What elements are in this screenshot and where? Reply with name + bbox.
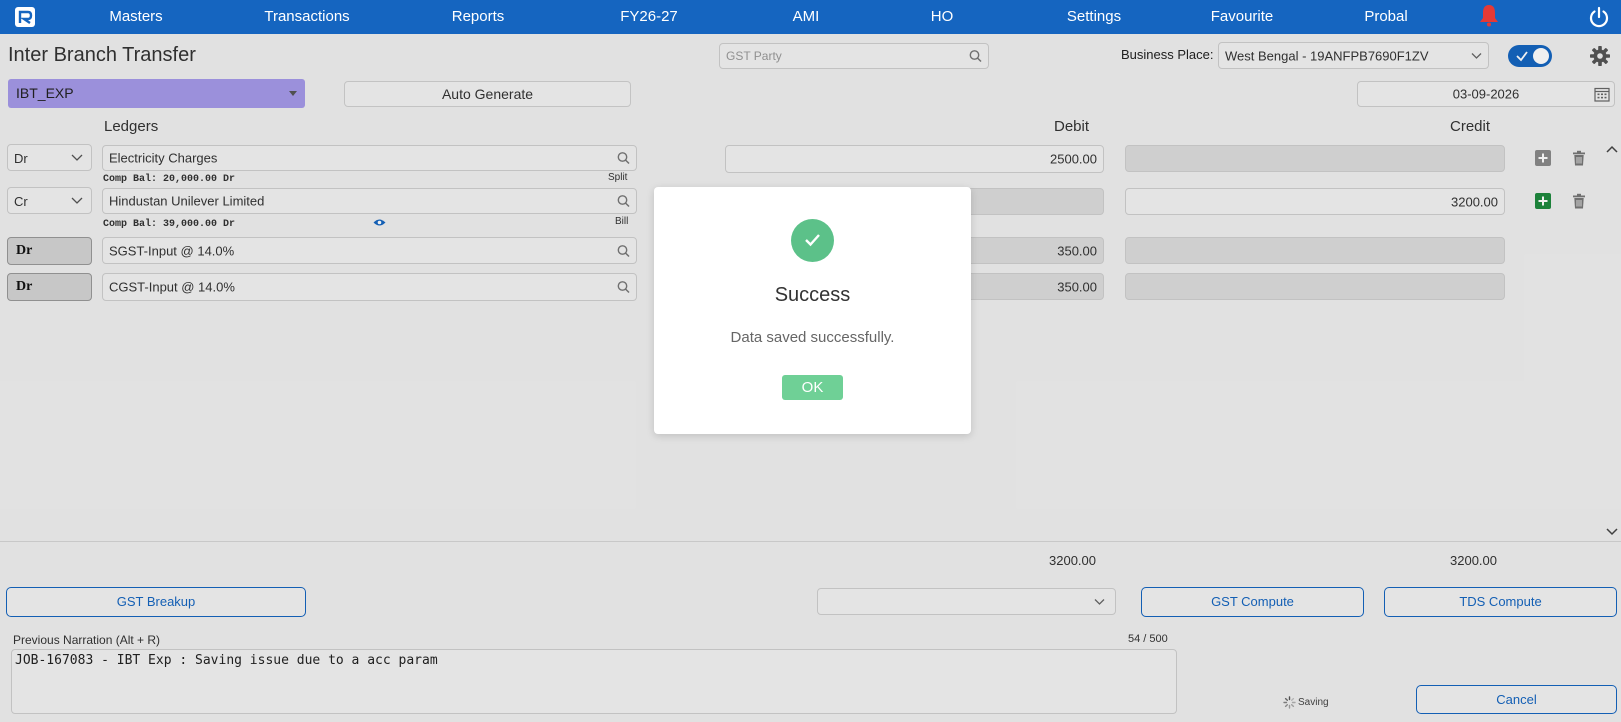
nav-ami[interactable]: AMI: [793, 8, 820, 25]
ok-button[interactable]: OK: [782, 375, 843, 400]
dialog-title: Success: [774, 284, 851, 306]
dialog-message: Data saved successfully.: [730, 329, 895, 346]
nav-reports[interactable]: Reports: [452, 8, 505, 25]
success-check-icon: [791, 219, 834, 262]
nav-user[interactable]: Probal: [1364, 8, 1407, 25]
nav-settings[interactable]: Settings: [1067, 8, 1121, 25]
power-icon[interactable]: [1588, 6, 1610, 28]
bell-icon[interactable]: [1478, 3, 1500, 27]
nav-favourite[interactable]: Favourite: [1211, 8, 1274, 25]
nav-masters[interactable]: Masters: [109, 8, 162, 25]
top-nav: Masters Transactions Reports FY26-27 AMI…: [0, 0, 1621, 34]
nav-transactions[interactable]: Transactions: [264, 8, 349, 25]
app-logo-icon[interactable]: [14, 6, 36, 28]
success-dialog: Success Data saved successfully. OK: [654, 187, 971, 434]
nav-fy[interactable]: FY26-27: [620, 8, 678, 25]
nav-ho[interactable]: HO: [931, 8, 954, 25]
